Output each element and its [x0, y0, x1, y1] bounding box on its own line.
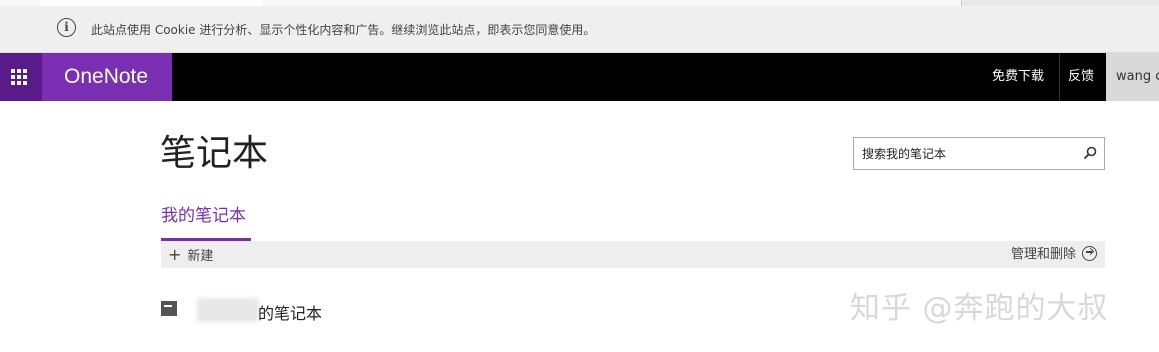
user-menu[interactable]: wang c	[1106, 53, 1159, 101]
suite-header: OneNote 免费下载 反馈 wang c	[0, 53, 1159, 101]
page-title: 笔记本	[160, 133, 269, 174]
download-link[interactable]: 免费下载	[992, 53, 1044, 101]
app-brand-link[interactable]: OneNote	[42, 53, 172, 101]
header-divider	[1059, 53, 1060, 101]
info-icon: i	[57, 18, 76, 37]
watermark: 知乎 @奔跑的大叔	[850, 291, 1109, 326]
notebook-icon	[161, 301, 177, 316]
redacted-owner-name	[197, 298, 259, 322]
search-input[interactable]	[854, 138, 1074, 169]
cookie-notice-bar: i 此站点使用 Cookie 进行分析、显示个性化内容和广告。继续浏览此站点，即…	[0, 6, 1159, 53]
cookie-message: 此站点使用 Cookie 进行分析、显示个性化内容和广告。继续浏览此站点，即表示…	[91, 23, 596, 37]
plus-icon: +	[168, 245, 182, 264]
search-box	[853, 137, 1105, 170]
app-launcher-button[interactable]	[0, 53, 42, 101]
arrow-right-circle-icon	[1082, 246, 1097, 261]
new-notebook-button[interactable]: + 新建	[168, 241, 213, 268]
tab-my-notebooks[interactable]: 我的笔记本	[161, 205, 251, 241]
waffle-icon	[11, 69, 27, 85]
command-bar: + 新建 管理和删除	[161, 241, 1105, 268]
manage-delete-button[interactable]: 管理和删除	[1011, 241, 1097, 268]
feedback-link[interactable]: 反馈	[1068, 53, 1094, 101]
tab-label: 我的笔记本	[161, 206, 246, 226]
new-label: 新建	[187, 249, 214, 264]
manage-label: 管理和删除	[1010, 247, 1076, 262]
notebook-name: 的笔记本	[258, 304, 323, 323]
search-icon[interactable]	[1082, 145, 1098, 161]
